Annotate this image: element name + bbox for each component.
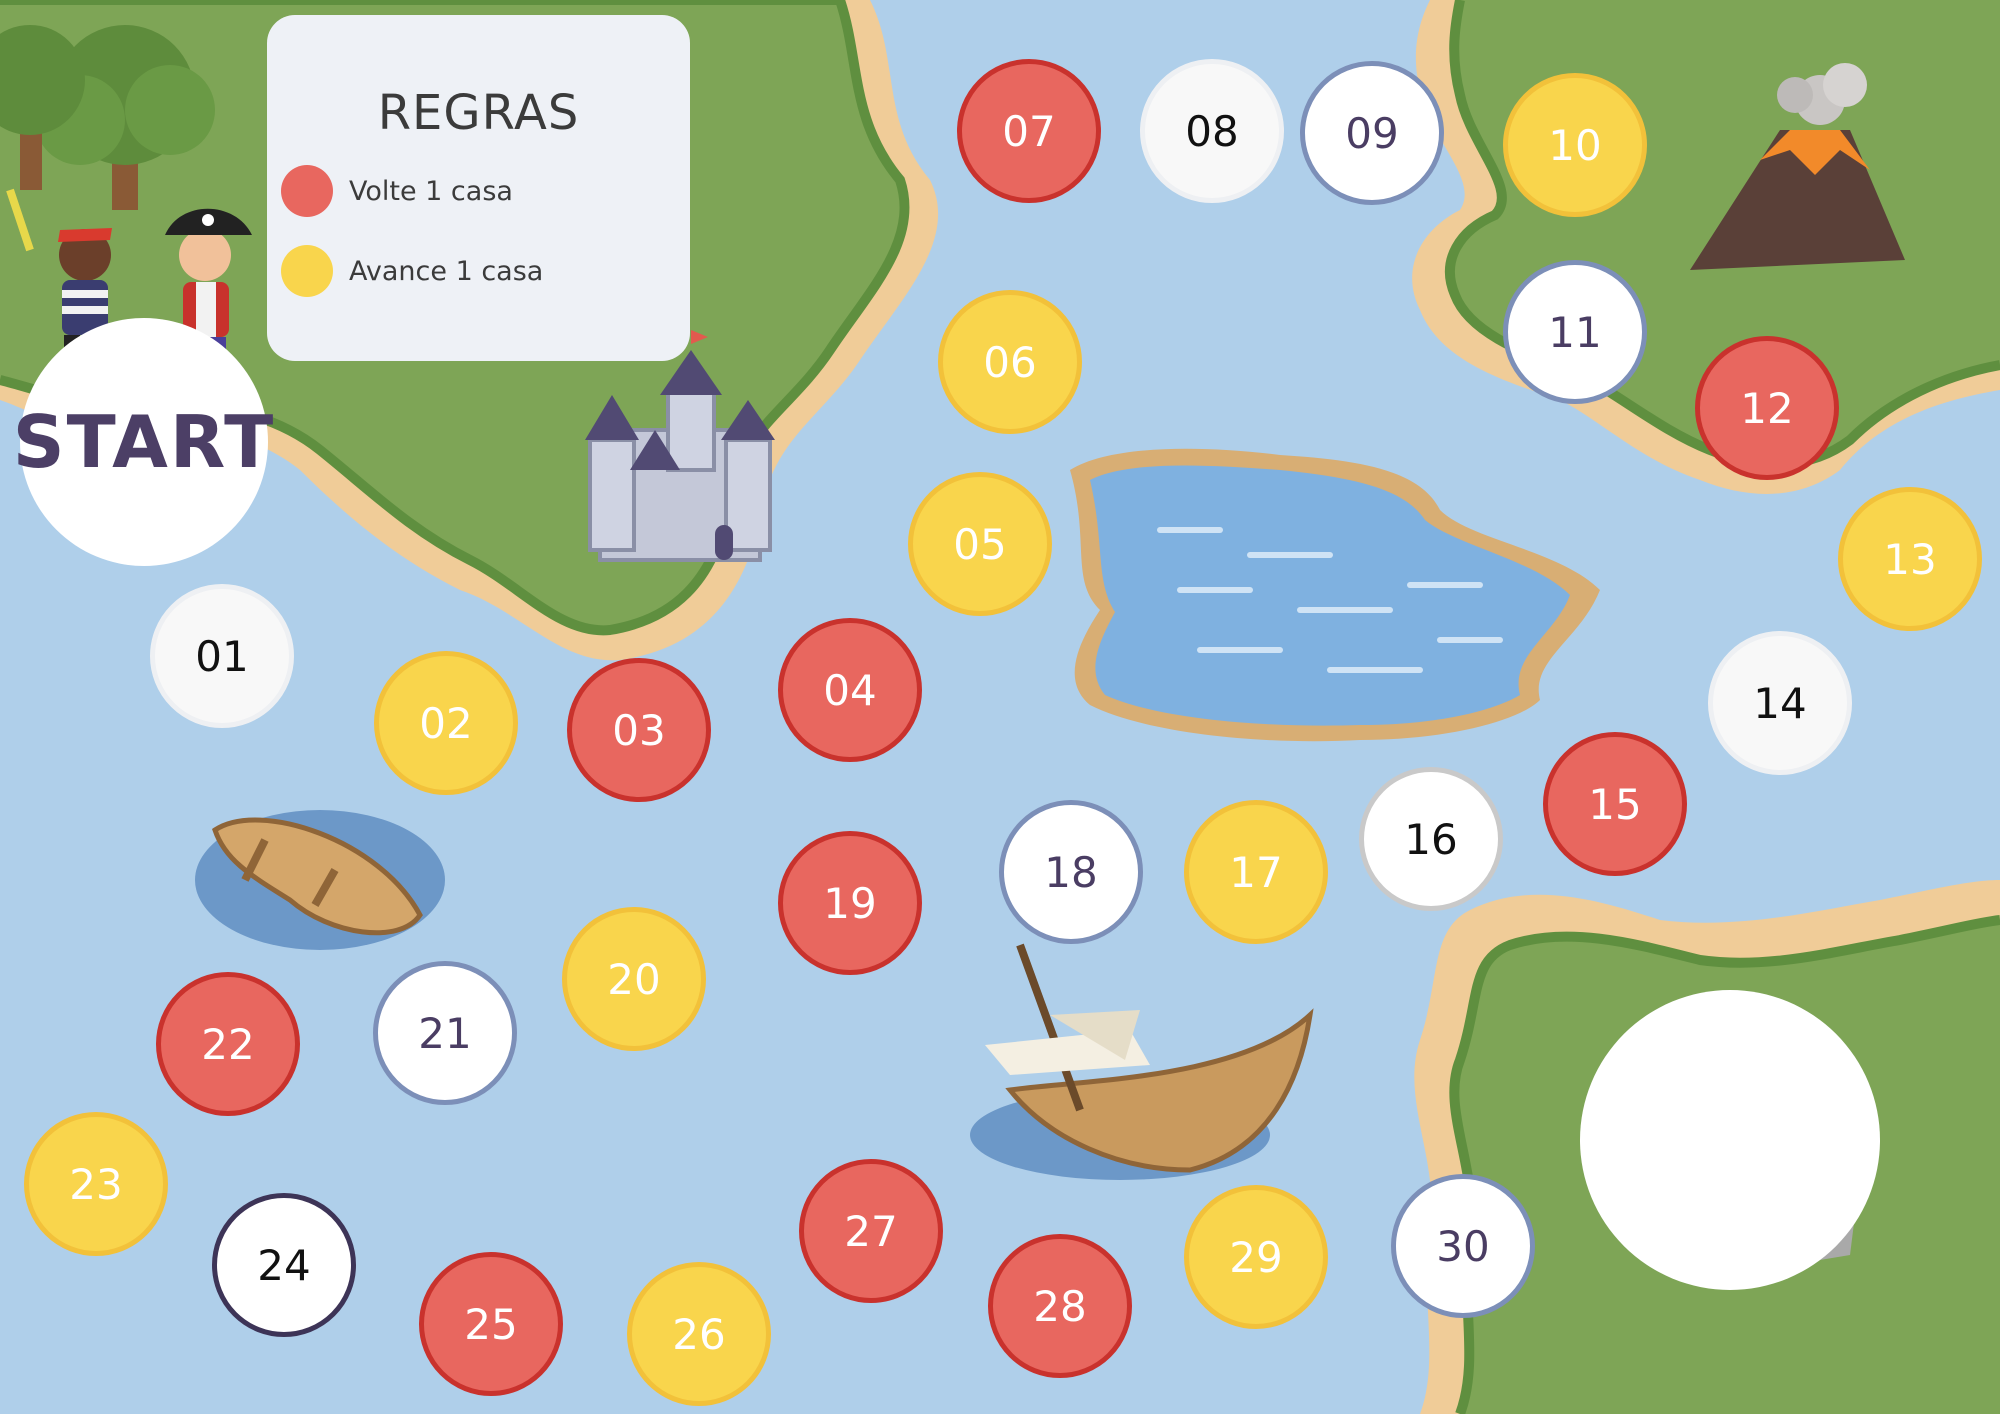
rule-item-back: Volte 1 casa: [281, 165, 513, 217]
game-board: REGRAS Volte 1 casa Avance 1 casa START …: [0, 0, 2000, 1414]
board-space-05[interactable]: 05: [908, 472, 1052, 616]
board-space-13[interactable]: 13: [1838, 487, 1982, 631]
board-space-11[interactable]: 11: [1503, 260, 1647, 404]
yellow-dot-icon: [281, 245, 333, 297]
board-space-27[interactable]: 27: [799, 1159, 943, 1303]
board-space-26[interactable]: 26: [627, 1262, 771, 1406]
start-label: START: [12, 400, 276, 484]
board-space-02[interactable]: 02: [374, 651, 518, 795]
red-dot-icon: [281, 165, 333, 217]
board-space-14[interactable]: 14: [1708, 631, 1852, 775]
board-space-07[interactable]: 07: [957, 59, 1101, 203]
board-space-17[interactable]: 17: [1184, 800, 1328, 944]
board-space-30[interactable]: 30: [1391, 1174, 1535, 1318]
board-space-03[interactable]: 03: [567, 658, 711, 802]
board-space-15[interactable]: 15: [1543, 732, 1687, 876]
board-space-18[interactable]: 18: [999, 800, 1143, 944]
start-space[interactable]: START: [13, 318, 273, 566]
board-space-23[interactable]: 23: [24, 1112, 168, 1256]
rule-text-back: Volte 1 casa: [349, 175, 513, 207]
board-space-04[interactable]: 04: [778, 618, 922, 762]
board-space-09[interactable]: 09: [1300, 61, 1444, 205]
rowboat-icon: [195, 810, 445, 950]
board-space-21[interactable]: 21: [373, 961, 517, 1105]
board-space-01[interactable]: 01: [150, 584, 294, 728]
board-space-22[interactable]: 22: [156, 972, 300, 1116]
board-space-10[interactable]: 10: [1503, 73, 1647, 217]
board-space-08[interactable]: 08: [1140, 59, 1284, 203]
board-space-06[interactable]: 06: [938, 290, 1082, 434]
board-space-28[interactable]: 28: [988, 1234, 1132, 1378]
board-space-12[interactable]: 12: [1695, 336, 1839, 480]
board-space-16[interactable]: 16: [1359, 767, 1503, 911]
board-space-29[interactable]: 29: [1184, 1185, 1328, 1329]
rules-card: REGRAS Volte 1 casa Avance 1 casa: [267, 15, 690, 361]
rule-text-forward: Avance 1 casa: [349, 255, 544, 287]
rule-item-forward: Avance 1 casa: [281, 245, 543, 297]
finish-treasure-space[interactable]: [1580, 990, 1880, 1290]
board-space-25[interactable]: 25: [419, 1252, 563, 1396]
rules-title: REGRAS: [377, 85, 580, 141]
board-space-20[interactable]: 20: [562, 907, 706, 1051]
board-space-19[interactable]: 19: [778, 831, 922, 975]
shipwreck-icon: [970, 943, 1314, 1180]
board-space-24[interactable]: 24: [212, 1193, 356, 1337]
lake-icon: [1070, 448, 1600, 742]
